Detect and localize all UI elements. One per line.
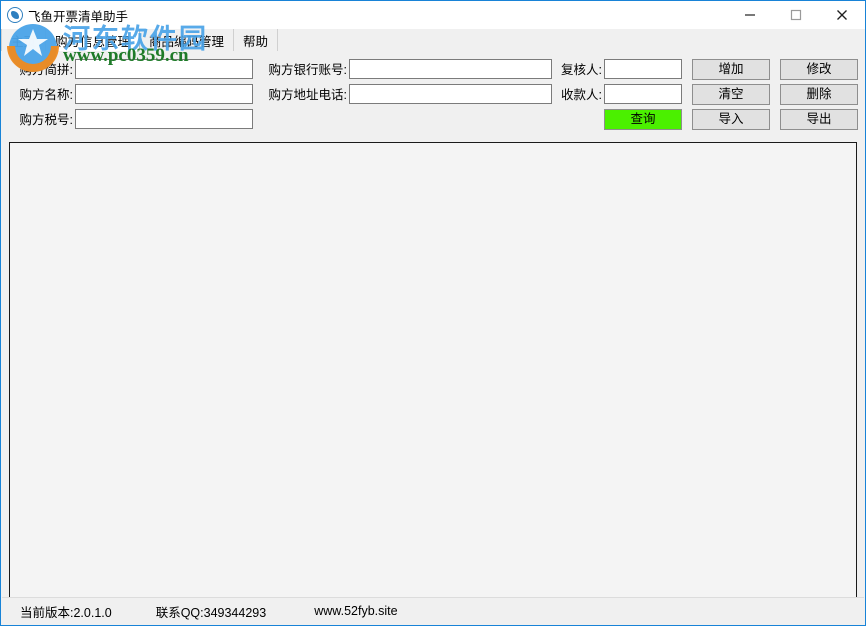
query-button[interactable]: 查询 xyxy=(604,109,682,130)
tab-buyer-info-management[interactable]: 购方信息管理 xyxy=(46,29,141,51)
modify-button[interactable]: 修改 xyxy=(780,59,858,80)
export-button[interactable]: 导出 xyxy=(780,109,858,130)
app-window: 飞鱼开票清单助手 主页 购方信息管理 商品编码管理 帮助 购方简拼: 购方名称:… xyxy=(0,0,866,626)
import-button[interactable]: 导入 xyxy=(692,109,770,130)
app-logo-icon xyxy=(7,7,23,23)
add-button[interactable]: 增加 xyxy=(692,59,770,80)
buyer-bank-account-input[interactable] xyxy=(349,59,552,79)
tab-help[interactable]: 帮助 xyxy=(234,29,279,51)
tab-buyer-info-management-label: 购方信息管理 xyxy=(55,34,131,49)
minimize-button[interactable] xyxy=(727,1,773,29)
tab-home[interactable]: 主页 xyxy=(1,29,47,51)
payee-input[interactable] xyxy=(604,84,682,104)
status-version: 当前版本:2.0.1.0 xyxy=(20,605,112,620)
buyer-name-input[interactable] xyxy=(75,84,253,104)
tab-bar-filler xyxy=(278,29,865,51)
payee-label: 收款人: xyxy=(561,88,602,102)
buyer-short-pinyin-label: 购方简拼: xyxy=(19,63,73,77)
tab-home-label: 主页 xyxy=(11,34,37,49)
tab-product-code-management-label: 商品编码管理 xyxy=(149,34,225,49)
buyer-tax-id-input[interactable] xyxy=(75,109,253,129)
buyer-name-label: 购方名称: xyxy=(19,88,73,102)
buyer-form: 购方简拼: 购方名称: 购方税号: 购方银行账号: 购方地址电话: 复核人: 收… xyxy=(1,51,865,139)
buyer-data-grid[interactable] xyxy=(9,142,857,598)
buyer-tax-id-label: 购方税号: xyxy=(19,113,73,127)
buyer-address-phone-label: 购方地址电话: xyxy=(268,88,347,102)
window-title: 飞鱼开票清单助手 xyxy=(28,9,129,24)
status-site: www.52fyb.site xyxy=(314,604,398,618)
status-qq: 联系QQ:349344293 xyxy=(155,605,267,620)
tab-bar: 主页 购方信息管理 商品编码管理 帮助 xyxy=(1,29,865,51)
clear-button[interactable]: 清空 xyxy=(692,84,770,105)
close-button[interactable] xyxy=(819,1,865,29)
window-controls xyxy=(727,1,865,29)
reviewer-label: 复核人: xyxy=(561,63,602,77)
tab-help-label: 帮助 xyxy=(243,34,269,49)
title-bar: 飞鱼开票清单助手 xyxy=(1,1,865,29)
buyer-short-pinyin-input[interactable] xyxy=(75,59,253,79)
reviewer-input[interactable] xyxy=(604,59,682,79)
buyer-address-phone-input[interactable] xyxy=(349,84,552,104)
delete-button[interactable]: 删除 xyxy=(780,84,858,105)
status-bar: 当前版本:2.0.1.0 联系QQ:349344293 www.52fyb.si… xyxy=(2,597,864,624)
tab-product-code-management[interactable]: 商品编码管理 xyxy=(140,29,235,51)
maximize-button[interactable] xyxy=(773,1,819,29)
buyer-bank-account-label: 购方银行账号: xyxy=(268,63,347,77)
